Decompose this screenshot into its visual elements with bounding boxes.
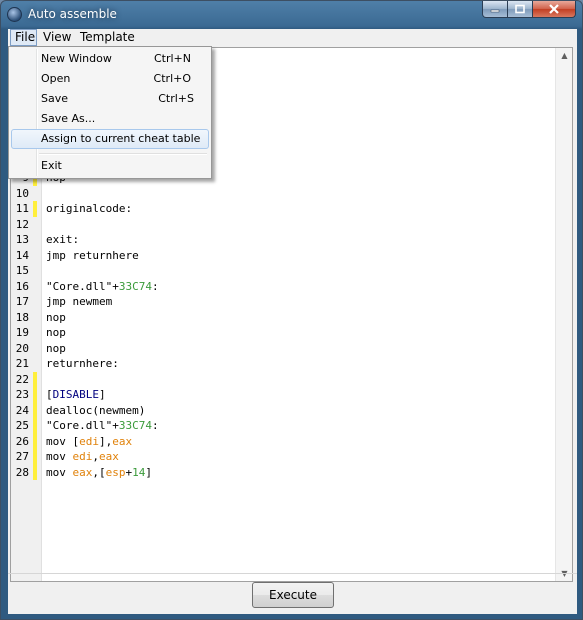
line-code: nop <box>46 341 66 355</box>
close-icon <box>549 4 559 14</box>
line-code: exit: <box>46 233 80 246</box>
line-code: mov [edi],eax <box>46 434 133 448</box>
modified-line-marker <box>33 464 37 480</box>
line-code: nop <box>46 310 66 324</box>
code-line: 10 <box>11 186 572 202</box>
line-code: jmp returnhere <box>46 248 139 262</box>
code-line: 24 dealloc(newmem) <box>11 402 572 418</box>
code-line: 18 nop <box>11 310 572 326</box>
menu-item-shortcut: Ctrl+N <box>153 52 191 65</box>
line-number: 16 <box>15 279 29 293</box>
menu-item-label: New Window <box>41 52 112 65</box>
line-number: 14 <box>15 248 29 262</box>
line-number: 12 <box>15 217 29 231</box>
code-line: 13 exit: <box>11 232 572 248</box>
code-line: 23 [DISABLE] <box>11 387 572 403</box>
line-number: 24 <box>15 403 29 417</box>
menu-file[interactable]: File <box>10 29 37 46</box>
menu-item-open[interactable]: Open Ctrl+O <box>11 69 209 89</box>
cheat-engine-icon <box>7 7 22 22</box>
line-number: 18 <box>15 310 29 324</box>
window-title: Auto assemble <box>28 7 117 21</box>
menu-template[interactable]: Template <box>76 29 139 46</box>
line-number: 28 <box>15 465 29 479</box>
execute-button[interactable]: Execute <box>252 582 334 608</box>
menu-item-new-window[interactable]: New Window Ctrl+N <box>11 49 209 69</box>
modified-line-marker <box>33 201 37 217</box>
modified-line-marker <box>33 387 37 403</box>
line-number: 19 <box>15 326 29 339</box>
modified-line-marker <box>33 418 37 434</box>
code-line: 17 jmp newmem <box>11 294 572 310</box>
maximize-button[interactable] <box>508 1 533 18</box>
modified-line-marker <box>33 371 37 387</box>
menu-item-label: Exit <box>41 159 62 172</box>
menu-bar: File View Template <box>8 29 577 46</box>
line-number: 21 <box>15 357 29 370</box>
auto-assemble-window: Auto assemble File View Template 9nop101… <box>0 0 583 620</box>
line-number: 20 <box>15 341 29 355</box>
line-code: dealloc(newmem) <box>46 403 146 417</box>
menu-item-assign-to-cheat-table[interactable]: Assign to current cheat table <box>11 129 209 149</box>
line-number: 15 <box>15 264 29 277</box>
file-menu-dropdown: New Window Ctrl+N Open Ctrl+O Save Ctrl+… <box>8 46 212 179</box>
menu-item-exit[interactable]: Exit <box>11 156 209 176</box>
caption-buttons <box>482 1 576 19</box>
code-line: 27 mov edi,eax <box>11 449 572 465</box>
scroll-up-icon[interactable]: ▲ <box>556 51 572 60</box>
code-line: 20 nop <box>11 341 572 357</box>
line-number: 10 <box>15 186 29 200</box>
line-number: 17 <box>15 295 29 308</box>
menu-item-save[interactable]: Save Ctrl+S <box>11 89 209 109</box>
line-code: nop <box>46 326 66 339</box>
line-number: 26 <box>15 434 29 448</box>
code-line: 22 <box>11 371 572 387</box>
line-code: mov edi,eax <box>46 450 119 463</box>
code-line: 11 originalcode: <box>11 201 572 217</box>
modified-line-marker <box>33 449 37 465</box>
line-code: jmp newmem <box>46 295 113 308</box>
code-line: 28 mov eax,[esp+14] <box>11 464 572 480</box>
menu-item-label: Save As... <box>41 112 96 125</box>
line-number: 11 <box>15 202 29 215</box>
line-code: returnhere: <box>46 357 119 370</box>
menu-item-shortcut: Ctrl+S <box>158 92 194 105</box>
menu-item-label: Save <box>41 92 69 105</box>
modified-line-marker <box>33 402 37 418</box>
menu-item-label: Open <box>41 72 71 85</box>
code-line: 26 mov [edi],eax <box>11 433 572 449</box>
code-line: 12 <box>11 217 572 233</box>
line-code: "Core.dll"+33C74: <box>46 279 159 293</box>
menu-item-shortcut: Ctrl+O <box>153 72 191 85</box>
code-line: 19 nop <box>11 325 572 341</box>
line-number: 27 <box>15 450 29 463</box>
line-number: 22 <box>15 372 29 386</box>
title-bar[interactable]: Auto assemble <box>1 1 582 28</box>
code-line: 25 "Core.dll"+33C74: <box>11 418 572 434</box>
line-number: 13 <box>15 233 29 246</box>
modified-line-marker <box>33 433 37 449</box>
line-code: "Core.dll"+33C74: <box>46 419 159 432</box>
vertical-scrollbar[interactable]: ▲ ▼ <box>555 48 572 581</box>
line-code: [DISABLE] <box>46 388 106 401</box>
minimize-button[interactable] <box>482 1 508 18</box>
code-line: 21 returnhere: <box>11 356 572 372</box>
code-line: 15 <box>11 263 572 279</box>
divider <box>8 573 577 574</box>
line-number: 25 <box>15 419 29 432</box>
close-button[interactable] <box>533 1 576 18</box>
line-number: 23 <box>15 388 29 401</box>
code-line: 16 "Core.dll"+33C74: <box>11 279 572 295</box>
line-code: mov eax,[esp+14] <box>46 465 152 479</box>
line-code: originalcode: <box>46 202 133 215</box>
menu-item-save-as[interactable]: Save As... <box>11 109 209 129</box>
code-line: 14 jmp returnhere <box>11 248 572 264</box>
menu-separator <box>39 153 207 155</box>
menu-item-label: Assign to current cheat table <box>41 132 201 145</box>
minimize-icon <box>490 9 500 13</box>
menu-view[interactable]: View <box>39 29 75 46</box>
maximize-icon <box>515 4 525 14</box>
